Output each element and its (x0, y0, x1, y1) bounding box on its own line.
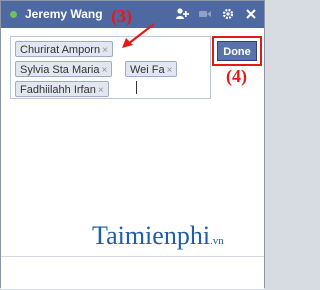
recipient-name: Wei Fa (130, 64, 165, 76)
recipient-chip[interactable]: Wei Fa × (125, 61, 178, 77)
watermark-text: Taimienphi (92, 221, 211, 250)
chat-title: Jeremy Wang (25, 7, 103, 21)
remove-icon[interactable]: × (102, 45, 108, 56)
recipient-chip[interactable]: Churirat Amporn × (15, 41, 113, 57)
watermark-suffix: .vn (210, 235, 224, 247)
annotation-arrow-icon (122, 23, 155, 48)
online-status-dot (10, 11, 17, 18)
done-button[interactable]: Done (217, 41, 257, 61)
recipient-chip[interactable]: Fadhiilahh Irfan × (15, 81, 109, 97)
message-composer[interactable] (1, 256, 264, 290)
recipient-name: Sylvia Sta Maria (20, 64, 100, 76)
remove-icon[interactable]: × (98, 85, 104, 96)
recipient-name: Fadhiilahh Irfan (20, 84, 96, 96)
text-caret (136, 81, 137, 94)
remove-icon[interactable]: × (167, 65, 173, 76)
recipient-input[interactable]: Churirat Amporn × Sylvia Sta Maria × Wei F… (10, 36, 211, 99)
video-call-icon[interactable] (198, 7, 212, 21)
gear-icon[interactable] (221, 7, 235, 21)
close-icon[interactable] (244, 7, 258, 21)
recipient-chip[interactable]: Sylvia Sta Maria × (15, 61, 113, 77)
add-friend-icon[interactable] (175, 7, 189, 21)
annotation-step-4: (4) (226, 66, 247, 86)
remove-icon[interactable]: × (101, 65, 107, 76)
done-highlight-box: Done (212, 36, 262, 66)
watermark-logo: Taimienphi.vn (92, 221, 224, 251)
recipient-name: Churirat Amporn (20, 44, 101, 56)
